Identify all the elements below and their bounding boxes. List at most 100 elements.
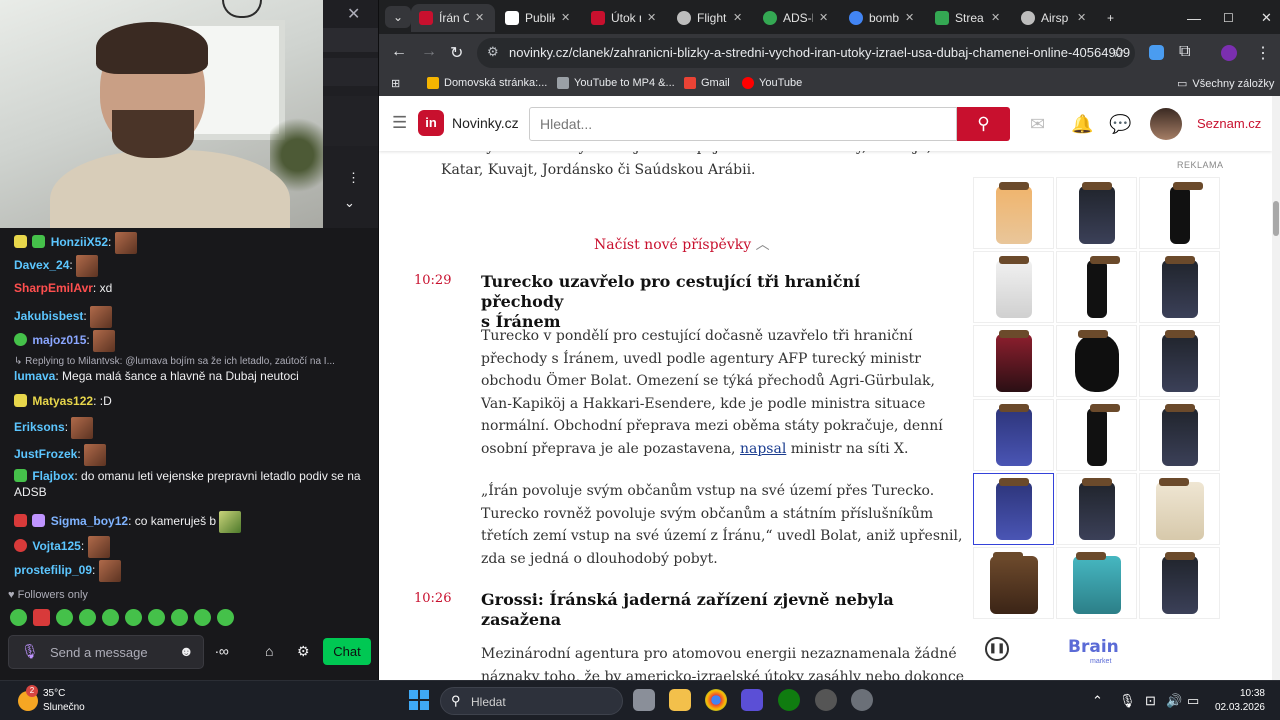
pause-icon[interactable]: ❚❚ bbox=[985, 637, 1009, 661]
load-more-button[interactable]: Načíst nové příspěvky ︿ bbox=[594, 234, 770, 254]
more-options-icon[interactable]: ⋮ bbox=[347, 170, 360, 186]
chat-username[interactable]: Vojta125 bbox=[32, 539, 80, 553]
ad-product-grid[interactable] bbox=[973, 177, 1223, 627]
tab-publik[interactable]: Publik ✕ bbox=[497, 4, 581, 32]
page-scrollbar[interactable] bbox=[1272, 96, 1280, 680]
tab-adsb[interactable]: ADS-B ✕ bbox=[755, 4, 839, 32]
source-link[interactable]: napsal bbox=[740, 441, 786, 457]
novinky-logo[interactable]: in bbox=[418, 110, 444, 136]
emote-icon[interactable] bbox=[102, 609, 119, 626]
app-icon[interactable] bbox=[741, 689, 763, 711]
chevron-down-icon[interactable]: ⌄ bbox=[344, 195, 355, 211]
close-icon[interactable]: ✕ bbox=[647, 4, 656, 32]
ad-product[interactable] bbox=[973, 399, 1054, 471]
app-icon[interactable] bbox=[815, 689, 837, 711]
close-icon[interactable]: ✕ bbox=[347, 4, 360, 24]
minimize-button[interactable]: — bbox=[1179, 4, 1209, 32]
ad-product[interactable] bbox=[1139, 399, 1220, 471]
network-icon[interactable]: ⊡ bbox=[1145, 693, 1156, 709]
bookmark-yt-mp4[interactable]: YouTube to MP4 &... bbox=[557, 77, 675, 89]
bell-icon[interactable]: 🔔 bbox=[1071, 114, 1093, 135]
ad-product[interactable] bbox=[1056, 399, 1137, 471]
chat-input[interactable]: 🎙 Send a message ☻ bbox=[8, 635, 204, 669]
tab-airsp[interactable]: Airsp ✕ bbox=[1013, 4, 1097, 32]
close-icon[interactable]: ✕ bbox=[1077, 4, 1086, 32]
ad-product[interactable] bbox=[1139, 473, 1220, 545]
search-button[interactable]: ⚲ bbox=[957, 107, 1010, 141]
clock[interactable]: 10:38 02.03.2026 bbox=[1205, 687, 1265, 715]
forward-icon[interactable]: → bbox=[421, 43, 437, 61]
ad-product[interactable] bbox=[1139, 547, 1220, 619]
maximize-button[interactable]: ☐ bbox=[1215, 4, 1242, 32]
bits-icon[interactable]: ∙∞ bbox=[215, 643, 229, 659]
ad-product[interactable] bbox=[1056, 251, 1137, 323]
battery-icon[interactable]: ▭ bbox=[1187, 693, 1199, 709]
tab-stream[interactable]: Strea ✕ bbox=[927, 4, 1011, 32]
chat-username[interactable]: Sigma_boy12 bbox=[51, 514, 128, 528]
url-field[interactable]: ⚙ novinky.cz/clanek/zahranicni-blizky-a-… bbox=[477, 38, 1135, 68]
chat-send-button[interactable]: Chat bbox=[323, 638, 371, 665]
start-button[interactable] bbox=[409, 690, 429, 710]
chat-username[interactable]: JustFrozek bbox=[14, 447, 77, 461]
ad-product-selected[interactable] bbox=[973, 473, 1054, 545]
tab-iran[interactable]: Írán O ✕ bbox=[411, 4, 495, 32]
ad-product[interactable] bbox=[1139, 177, 1220, 249]
emote-icon[interactable] bbox=[171, 609, 188, 626]
file-explorer-icon[interactable] bbox=[669, 689, 691, 711]
user-avatar[interactable] bbox=[1150, 108, 1182, 140]
bookmark-star-icon[interactable]: ☆ bbox=[1112, 43, 1125, 61]
hamburger-menu-icon[interactable]: ☰ bbox=[392, 113, 407, 133]
chat-bubble-icon[interactable]: 💬 bbox=[1109, 114, 1131, 135]
apps-icon[interactable]: ⊞ bbox=[391, 77, 400, 90]
emote-icon[interactable] bbox=[10, 609, 27, 626]
ad-product[interactable] bbox=[1139, 251, 1220, 323]
bookmark-gmail[interactable]: Gmail bbox=[684, 77, 730, 89]
taskbar-search[interactable]: ⚲ Hledat bbox=[440, 687, 623, 715]
close-window-button[interactable]: ✕ bbox=[1253, 4, 1280, 32]
chat-username[interactable]: Flajbox bbox=[32, 469, 74, 483]
close-icon[interactable]: ✕ bbox=[561, 4, 570, 32]
site-search-input[interactable]: Hledat... bbox=[529, 107, 957, 141]
emote-icon[interactable] bbox=[79, 609, 96, 626]
tab-bomb[interactable]: bomb ✕ bbox=[841, 4, 925, 32]
close-icon[interactable]: ✕ bbox=[991, 4, 1000, 32]
post-title[interactable]: Turecko uzavřelo pro cestující tři hrani… bbox=[481, 272, 936, 332]
chat-username[interactable]: Jakubisbest bbox=[14, 309, 83, 323]
ad-product[interactable] bbox=[1139, 325, 1220, 397]
emote-icon[interactable] bbox=[33, 609, 50, 626]
ad-product[interactable] bbox=[973, 325, 1054, 397]
ad-product[interactable] bbox=[1056, 177, 1137, 249]
emoji-icon[interactable]: ☻ bbox=[179, 643, 194, 659]
tab-search-button[interactable]: ⌄ bbox=[385, 6, 411, 28]
ad-brand-logo[interactable]: Brain bbox=[1068, 637, 1119, 657]
close-icon[interactable]: ✕ bbox=[733, 4, 742, 32]
new-tab-button[interactable]: + bbox=[1099, 4, 1122, 32]
chat-username[interactable]: prostefilip_09 bbox=[14, 563, 92, 577]
ad-product[interactable] bbox=[1056, 547, 1137, 619]
ad-product[interactable] bbox=[1056, 325, 1137, 397]
ad-product[interactable] bbox=[1056, 473, 1137, 545]
close-icon[interactable]: ✕ bbox=[819, 4, 828, 32]
scrollbar-thumb[interactable] bbox=[1273, 201, 1279, 236]
gear-icon[interactable]: ⚙ bbox=[297, 643, 310, 660]
volume-icon[interactable]: 🔊 bbox=[1166, 693, 1182, 709]
xbox-icon[interactable] bbox=[778, 689, 800, 711]
chat-username[interactable]: majoz015 bbox=[32, 333, 86, 347]
ad-product[interactable] bbox=[973, 251, 1054, 323]
ad-product[interactable] bbox=[973, 177, 1054, 249]
task-view-icon[interactable] bbox=[633, 689, 655, 711]
all-bookmarks[interactable]: ▭ Všechny záložky bbox=[1177, 77, 1274, 91]
mic-icon[interactable]: 🎙 bbox=[1119, 693, 1136, 709]
chat-username[interactable]: SharpEmilAvr bbox=[14, 281, 93, 295]
settings-icon[interactable] bbox=[851, 689, 873, 711]
chat-username[interactable]: Eriksons bbox=[14, 420, 65, 434]
store-icon[interactable]: ⌂ bbox=[265, 643, 273, 659]
site-info-icon[interactable]: ⚙ bbox=[487, 44, 499, 60]
chat-username[interactable]: Matyas122 bbox=[32, 394, 93, 408]
emote-icon[interactable] bbox=[217, 609, 234, 626]
tab-utok[interactable]: Útok n ✕ bbox=[583, 4, 667, 32]
emote-icon[interactable] bbox=[194, 609, 211, 626]
mic-icon[interactable]: 🎙 bbox=[21, 643, 39, 660]
post-title[interactable]: Grossi: Íránská jaderná zařízení zjevně … bbox=[481, 590, 936, 630]
chat-username[interactable]: HonziiX52 bbox=[51, 235, 108, 249]
